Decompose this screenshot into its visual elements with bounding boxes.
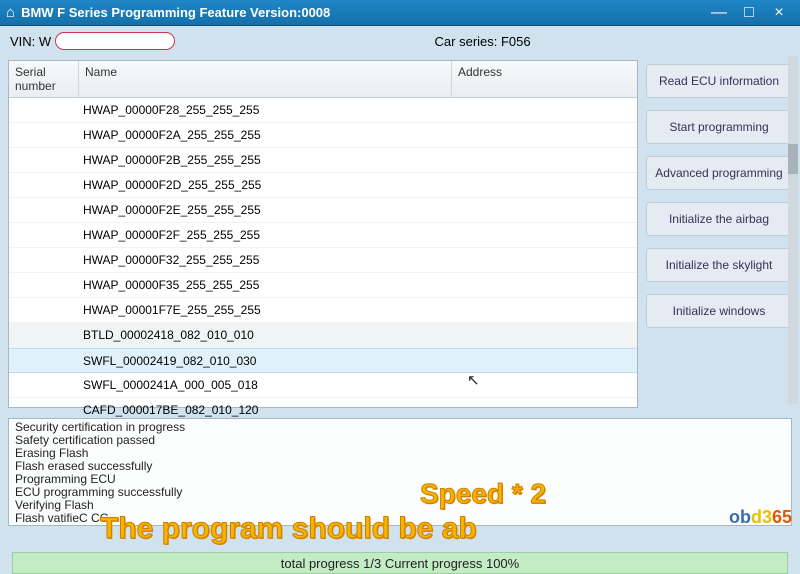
- table-row[interactable]: HWAP_00000F2D_255_255_255: [9, 173, 637, 198]
- minimize-button[interactable]: —: [704, 4, 734, 22]
- cursor-icon: ↖: [467, 371, 480, 389]
- log-line: Safety certification passed: [15, 434, 785, 447]
- table-header: Serial number Name Address: [9, 61, 637, 98]
- progress-footer: total progress 1/3 Current progress 100%: [12, 552, 788, 574]
- side-panel: Read ECU information Start programming A…: [646, 60, 792, 408]
- overlay-speed: Speed * 2: [420, 478, 546, 510]
- table-row[interactable]: SWFL_0000241A_000_005_018: [9, 373, 637, 398]
- start-programming-button[interactable]: Start programming: [646, 110, 792, 144]
- table-row[interactable]: HWAP_00000F32_255_255_255: [9, 248, 637, 273]
- row-name: HWAP_00000F2E_255_255_255: [79, 203, 452, 217]
- table-row[interactable]: HWAP_00000F2E_255_255_255: [9, 198, 637, 223]
- title-bar: ⌂ BMW F Series Programming Feature Versi…: [0, 0, 800, 26]
- vin-redacted: [55, 32, 175, 50]
- read-ecu-button[interactable]: Read ECU information: [646, 64, 792, 98]
- table-row[interactable]: HWAP_00000F2B_255_255_255: [9, 148, 637, 173]
- log-panel[interactable]: Security certification in progressSafety…: [8, 418, 792, 526]
- table-row[interactable]: HWAP_00000F2F_255_255_255: [9, 223, 637, 248]
- row-name: BTLD_00002418_082_010_010: [79, 328, 452, 342]
- table-row[interactable]: SWFL_00002419_082_010_030: [9, 348, 637, 373]
- row-name: HWAP_00000F2D_255_255_255: [79, 178, 452, 192]
- window-title: BMW F Series Programming Feature Version…: [21, 5, 704, 20]
- table-row[interactable]: HWAP_00000F35_255_255_255: [9, 273, 637, 298]
- initialize-skylight-button[interactable]: Initialize the skylight: [646, 248, 792, 282]
- row-name: HWAP_00000F32_255_255_255: [79, 253, 452, 267]
- table-row[interactable]: HWAP_00000F28_255_255_255: [9, 98, 637, 123]
- table-row[interactable]: HWAP_00000F2A_255_255_255: [9, 123, 637, 148]
- row-name: HWAP_00001F7E_255_255_255: [79, 303, 452, 317]
- col-name[interactable]: Name: [79, 61, 452, 97]
- side-scrollbar[interactable]: [788, 56, 798, 404]
- row-name: HWAP_00000F2A_255_255_255: [79, 128, 452, 142]
- col-serial[interactable]: Serial number: [9, 61, 79, 97]
- advanced-programming-button[interactable]: Advanced programming: [646, 156, 792, 190]
- home-icon[interactable]: ⌂: [6, 4, 15, 21]
- row-name: HWAP_00000F28_255_255_255: [79, 103, 452, 117]
- col-address[interactable]: Address: [452, 61, 637, 97]
- car-series-label: Car series: F056: [175, 34, 790, 49]
- watermark: obd365: [729, 507, 792, 528]
- vin-label: VIN: W: [10, 34, 51, 49]
- table-row[interactable]: BTLD_00002418_082_010_010: [9, 323, 637, 348]
- log-line: Verifying Flash: [15, 499, 785, 512]
- overlay-message: The program should be ab: [100, 512, 477, 546]
- row-name: SWFL_0000241A_000_005_018: [79, 378, 452, 392]
- row-name: HWAP_00000F35_255_255_255: [79, 278, 452, 292]
- ecu-table: Serial number Name Address HWAP_00000F28…: [8, 60, 638, 408]
- log-line: ECU programming successfully: [15, 486, 785, 499]
- close-button[interactable]: ×: [764, 4, 794, 22]
- row-name: HWAP_00000F2F_255_255_255: [79, 228, 452, 242]
- initialize-airbag-button[interactable]: Initialize the airbag: [646, 202, 792, 236]
- progress-text: total progress 1/3 Current progress 100%: [281, 556, 519, 571]
- restore-button[interactable]: □: [734, 4, 764, 22]
- info-row: VIN: W Car series: F056: [0, 26, 800, 56]
- row-name: SWFL_00002419_082_010_030: [79, 354, 452, 368]
- row-name: HWAP_00000F2B_255_255_255: [79, 153, 452, 167]
- initialize-windows-button[interactable]: Initialize windows: [646, 294, 792, 328]
- table-row[interactable]: HWAP_00001F7E_255_255_255: [9, 298, 637, 323]
- log-line: Flash erased successfully: [15, 460, 785, 473]
- side-scrollbar-thumb[interactable]: [788, 144, 798, 174]
- table-body[interactable]: HWAP_00000F28_255_255_255 HWAP_00000F2A_2…: [9, 98, 637, 422]
- row-name: CAFD_000017BE_082_010_120: [79, 403, 452, 417]
